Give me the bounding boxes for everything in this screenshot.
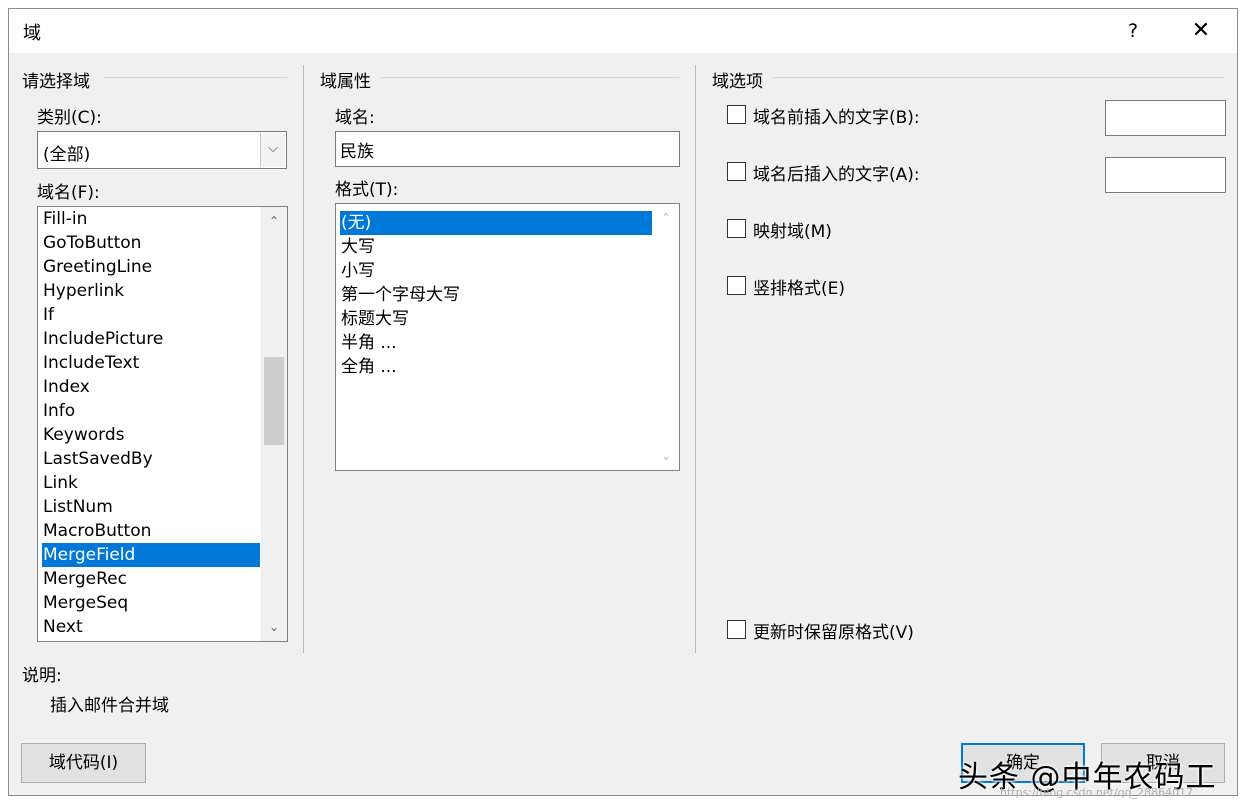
group-divider	[773, 77, 1225, 78]
category-combobox[interactable]: (全部) ⌵	[37, 131, 287, 169]
insert-before-checkbox[interactable]	[727, 105, 746, 124]
insert-after-checkbox[interactable]	[727, 162, 746, 181]
chevron-down-icon[interactable]: ⌵	[260, 133, 285, 167]
field-name-item[interactable]: GoToButton	[42, 231, 260, 255]
vertical-separator	[303, 65, 304, 653]
field-name-value: 民族	[340, 142, 374, 162]
category-label: 类别(C):	[37, 108, 102, 128]
field-name-item[interactable]: Next	[42, 615, 260, 639]
field-name-item[interactable]: IncludePicture	[42, 327, 260, 351]
field-name-label: 域名:	[335, 108, 375, 128]
mapped-field-checkbox[interactable]	[727, 219, 746, 238]
format-scrollbar[interactable]: ⌃ ⌄	[653, 204, 679, 470]
field-name-item[interactable]: IncludeText	[42, 351, 260, 375]
field-name-item[interactable]: MacroButton	[42, 519, 260, 543]
field-name-item[interactable]: MergeSeq	[42, 591, 260, 615]
insert-before-input[interactable]	[1105, 100, 1226, 136]
field-name-item[interactable]: MergeRec	[42, 567, 260, 591]
field-name-item[interactable]: Keywords	[42, 423, 260, 447]
insert-after-input[interactable]	[1105, 157, 1226, 193]
format-item[interactable]: 大写	[340, 235, 652, 259]
field-names-label: 域名(F):	[37, 183, 100, 203]
field-name-input[interactable]: 民族	[335, 131, 680, 167]
scroll-down-icon[interactable]: ⌄	[653, 444, 679, 468]
mapped-field-label: 映射域(M)	[753, 222, 832, 242]
watermark-url: https://blog.csdn.net/qq_28864017	[1000, 786, 1194, 799]
field-name-item[interactable]: Info	[42, 399, 260, 423]
scroll-down-icon[interactable]: ⌄	[261, 615, 287, 639]
category-value: (全部)	[43, 145, 91, 165]
description-text: 插入邮件合并域	[50, 696, 169, 716]
format-item[interactable]: 半角 ...	[340, 331, 652, 355]
scrollbar-thumb[interactable]	[264, 357, 284, 445]
field-properties-group-title: 域属性	[320, 72, 371, 92]
field-name-item[interactable]: ListNum	[42, 495, 260, 519]
description-label: 说明:	[22, 666, 62, 686]
title-bar: 域 ? ✕	[9, 9, 1237, 53]
format-item[interactable]: 全角 ...	[340, 355, 652, 379]
scroll-up-icon[interactable]: ⌃	[261, 209, 287, 233]
field-name-item[interactable]: If	[42, 303, 260, 327]
insert-before-label: 域名前插入的文字(B):	[753, 108, 920, 128]
insert-after-label: 域名后插入的文字(A):	[753, 165, 920, 185]
field-name-item[interactable]: Hyperlink	[42, 279, 260, 303]
format-item[interactable]: 标题大写	[340, 307, 652, 331]
format-listbox[interactable]: 全角 ... 半角 ... 标题大写 第一个字母大写 小写 大写 (无) ⌃ ⌄	[335, 203, 680, 471]
dialog-title: 域	[23, 23, 41, 44]
format-label: 格式(T):	[335, 180, 399, 200]
format-item[interactable]: (无)	[340, 211, 652, 235]
field-name-item[interactable]: LastSavedBy	[42, 447, 260, 471]
field-name-item[interactable]: Fill-in	[42, 207, 260, 231]
help-button[interactable]: ?	[1121, 17, 1145, 45]
field-dialog: 域 ? ✕ 请选择域 类别(C): (全部) ⌵ 域名(F): Next Merg…	[8, 8, 1238, 796]
scroll-up-icon[interactable]: ⌃	[653, 206, 679, 230]
preserve-format-label: 更新时保留原格式(V)	[753, 623, 914, 643]
vertical-format-checkbox[interactable]	[727, 276, 746, 295]
field-names-scrollbar[interactable]: ⌃ ⌄	[261, 207, 287, 641]
field-name-item[interactable]: GreetingLine	[42, 255, 260, 279]
close-button[interactable]: ✕	[1181, 15, 1221, 47]
vertical-separator	[695, 65, 696, 653]
field-name-item[interactable]: Link	[42, 471, 260, 495]
vertical-format-label: 竖排格式(E)	[753, 279, 846, 299]
group-divider	[381, 77, 679, 78]
field-options-group-title: 域选项	[712, 72, 763, 92]
format-item[interactable]: 第一个字母大写	[340, 283, 652, 307]
choose-field-group-title: 请选择域	[22, 72, 90, 92]
field-names-listbox[interactable]: Next MergeSeq MergeRec MergeField MacroButto…	[37, 206, 288, 642]
field-codes-button[interactable]: 域代码(I)	[21, 743, 146, 783]
field-name-item[interactable]: MergeField	[42, 543, 260, 567]
field-name-item[interactable]: Index	[42, 375, 260, 399]
group-divider	[103, 77, 287, 78]
format-item[interactable]: 小写	[340, 259, 652, 283]
preserve-format-checkbox[interactable]	[727, 620, 746, 639]
